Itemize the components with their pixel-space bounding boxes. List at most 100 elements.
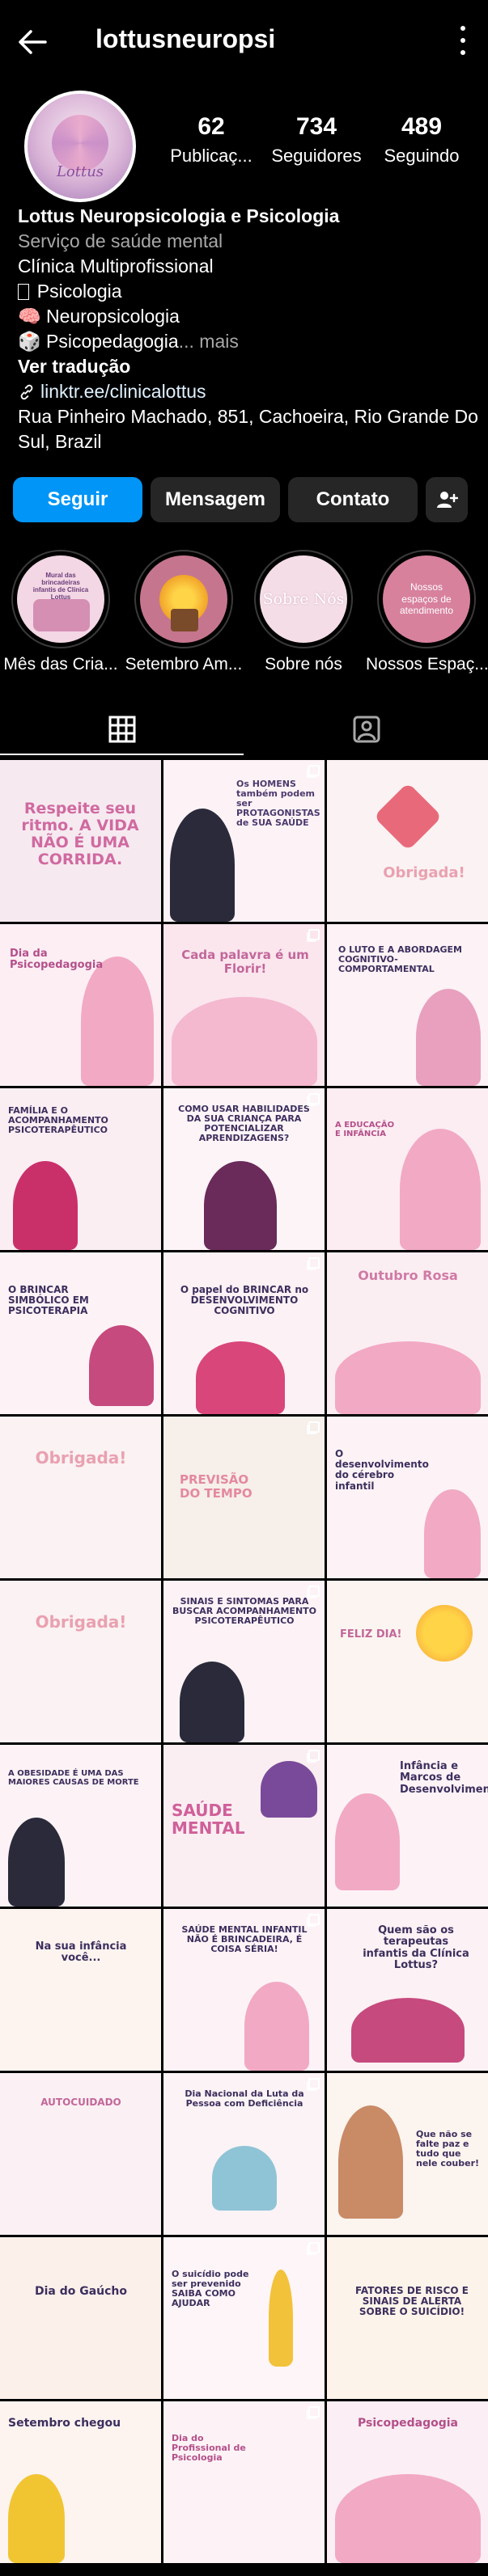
post-thumbnail[interactable]: SAÚDE MENTAL <box>163 1745 325 1907</box>
carousel-icon <box>308 2242 320 2253</box>
follow-button[interactable]: Seguir <box>13 477 142 522</box>
post-caption-text: Psicopedagogia <box>358 2417 458 2430</box>
person-add-icon[interactable] <box>426 477 468 522</box>
carousel-icon <box>308 1257 320 1269</box>
highlight-item[interactable]: Sobre Nós Sobre nós <box>243 550 364 674</box>
following-count: 489 <box>401 113 443 140</box>
post-thumbnail[interactable]: FAMÍLIA E O ACOMPANHAMENTO PSICOTERAPÊUT… <box>0 1088 161 1250</box>
highlight-cover: Mural das brincadeiras infantis de Clíni… <box>11 550 110 648</box>
post-photo <box>244 1982 309 2071</box>
profile-avatar[interactable]: Lottus <box>24 91 136 202</box>
post-thumbnail[interactable]: Psicopedagogia <box>327 2401 488 2563</box>
post-caption-text: FELIZ DIA! <box>340 1628 402 1641</box>
bio-line-1: Clínica Multiprofissional <box>18 255 214 277</box>
post-photo <box>180 1662 244 1742</box>
post-photo <box>424 1489 481 1578</box>
post-thumbnail[interactable]: O desenvolvimento do cérebro infantil <box>327 1417 488 1578</box>
kebab-menu-icon[interactable] <box>457 26 469 55</box>
post-thumbnail[interactable]: PREVISÃO DO TEMPO <box>163 1417 325 1578</box>
post-thumbnail[interactable]: Infância e Marcos de Desenvolvimento <box>327 1745 488 1907</box>
post-thumbnail[interactable]: Cada palavra é um Florir! <box>163 924 325 1086</box>
heart-hands-icon <box>373 782 443 851</box>
post-thumbnail[interactable]: Obrigada! <box>0 1581 161 1742</box>
post-caption-text: Dia da Psicopedagogia <box>10 948 104 972</box>
post-thumbnail[interactable]: FELIZ DIA! <box>327 1581 488 1742</box>
post-thumbnail[interactable]: A OBESIDADE É UMA DAS MAIORES CAUSAS DE … <box>0 1745 161 1907</box>
post-photo <box>204 1161 277 1250</box>
highlight-cover-text: Nossos espaços de atendimento <box>399 581 454 617</box>
post-photo <box>8 2474 65 2563</box>
post-thumbnail[interactable]: SINAIS E SINTOMAS PARA BUSCAR ACOMPANHAM… <box>163 1581 325 1742</box>
post-photo <box>335 2474 481 2563</box>
bio-address[interactable]: Rua Pinheiro Machado, 851, Cachoeira, Ri… <box>18 404 479 454</box>
post-thumbnail[interactable]: Dia Nacional da Luta da Pessoa com Defic… <box>163 2073 325 2235</box>
post-thumbnail[interactable]: Quem são os terapeutas infantis da Clíni… <box>327 1909 488 2071</box>
post-caption-text: Obrigada! <box>35 1448 127 1467</box>
highlight-cover-image <box>140 555 227 643</box>
post-caption-text: SINAIS E SINTOMAS PARA BUSCAR ACOMPANHAM… <box>172 1596 317 1627</box>
post-thumbnail[interactable]: AUTOCUIDADO <box>0 2073 161 2235</box>
post-thumbnail[interactable]: O BRINCAR SIMBÓLICO EM PSICOTERAPIA <box>0 1252 161 1414</box>
bio-line-2-text: Psicologia <box>32 281 122 302</box>
tab-tagged[interactable] <box>244 703 488 755</box>
post-thumbnail[interactable]: Dia do Gaúcho <box>0 2237 161 2399</box>
post-thumbnail[interactable]: O LUTO E A ABORDAGEM COGNITIVO-COMPORTAM… <box>327 924 488 1086</box>
post-thumbnail[interactable]: A EDUCAÇÃO E INFÂNCIA <box>327 1088 488 1250</box>
post-thumbnail[interactable]: Na sua infância você... <box>0 1909 161 2071</box>
post-caption-text: O LUTO E A ABORDAGEM COGNITIVO-COMPORTAM… <box>338 944 462 975</box>
contact-button[interactable]: Contato <box>288 477 418 522</box>
post-caption-text: Respeite seu ritmo. A VIDA NÃO É UMA COR… <box>21 800 139 868</box>
stat-posts[interactable]: 62 Publicaç... <box>159 113 264 167</box>
highlight-item[interactable]: Mural das brincadeiras infantis de Clíni… <box>0 550 121 674</box>
post-thumbnail[interactable]: O papel do BRINCAR no DESENVOLVIMENTO CO… <box>163 1252 325 1414</box>
post-caption-text: A OBESIDADE É UMA DAS MAIORES CAUSAS DE … <box>8 1769 139 1787</box>
tab-posts-grid[interactable] <box>0 703 244 755</box>
carousel-icon <box>308 1750 320 1761</box>
arrow-left-icon[interactable] <box>15 24 50 60</box>
bio-more-link[interactable]: ... mais <box>179 331 239 352</box>
highlight-cover-image: Mural das brincadeiras infantis de Clíni… <box>17 555 104 643</box>
highlight-label: Setembro Am... <box>125 655 243 674</box>
grid-icon <box>108 716 135 743</box>
stat-following[interactable]: 489 Seguindo <box>369 113 474 167</box>
post-thumbnail[interactable]: SAÚDE MENTAL INFANTIL NÃO É BRINCADEIRA,… <box>163 1909 325 2071</box>
post-thumbnail[interactable]: Outubro Rosa <box>327 1252 488 1414</box>
profile-tabs <box>0 703 488 755</box>
highlight-cover-image: Sobre Nós <box>260 555 347 643</box>
post-thumbnail[interactable]: O suicídio pode ser prevenido SAIBA COMO… <box>163 2237 325 2399</box>
posts-label: Publicaç... <box>170 146 252 166</box>
post-thumbnail[interactable]: Obrigada! <box>0 1417 161 1578</box>
followers-count: 734 <box>295 113 337 140</box>
profile-name: Lottus Neuropsicologia e Psicologia <box>18 205 340 226</box>
post-thumbnail[interactable]: Que não se falte paz e tudo que nele cou… <box>327 2073 488 2235</box>
post-thumbnail[interactable]: Dia da Psicopedagogia <box>0 924 161 1086</box>
post-photo <box>416 989 481 1086</box>
post-photo <box>8 1818 65 1907</box>
post-thumbnail[interactable]: COMO USAR HABILIDADES DA SUA CRIANÇA PAR… <box>163 1088 325 1250</box>
post-photo <box>212 2146 277 2211</box>
stat-followers[interactable]: 734 Seguidores <box>264 113 369 167</box>
carousel-icon <box>308 765 320 776</box>
post-caption-text: Infância e Marcos de Desenvolvimento <box>400 1760 488 1796</box>
highlight-cover <box>134 550 233 648</box>
post-caption-text: AUTOCUIDADO <box>40 2097 121 2108</box>
post-thumbnail[interactable]: Respeite seu ritmo. A VIDA NÃO É UMA COR… <box>0 760 161 922</box>
post-caption-text: Outubro Rosa <box>358 1268 458 1283</box>
post-photo <box>335 1793 400 1890</box>
highlight-item[interactable]: Setembro Am... <box>123 550 244 674</box>
profile-stats: 62 Publicaç... 734 Seguidores 489 Seguin… <box>159 113 474 167</box>
post-thumbnail[interactable]: Obrigada! <box>327 760 488 922</box>
highlight-item[interactable]: Nossos espaços de atendimento Nossos Esp… <box>366 550 487 674</box>
avatar-image: Lottus <box>28 94 133 199</box>
see-translation-link[interactable]: Ver tradução <box>18 354 479 379</box>
post-thumbnail[interactable]: Os HOMENS também podem ser PROTAGONISTAS… <box>163 760 325 922</box>
carousel-icon <box>308 1093 320 1104</box>
post-thumbnail[interactable]: Dia do Profissional de Psicologia <box>163 2401 325 2563</box>
bio-link[interactable]: linktr.ee/clinicalottus <box>18 379 479 404</box>
post-thumbnail[interactable]: FATORES DE RISCO E SINAIS DE ALERTA SOBR… <box>327 2237 488 2399</box>
post-photo <box>196 1341 285 1414</box>
message-button[interactable]: Mensagem <box>151 477 280 522</box>
post-caption-text: Quem são os terapeutas infantis da Clíni… <box>363 1924 469 1971</box>
post-thumbnail[interactable]: Setembro chegou <box>0 2401 161 2563</box>
post-caption-text: Obrigada! <box>35 1612 127 1632</box>
